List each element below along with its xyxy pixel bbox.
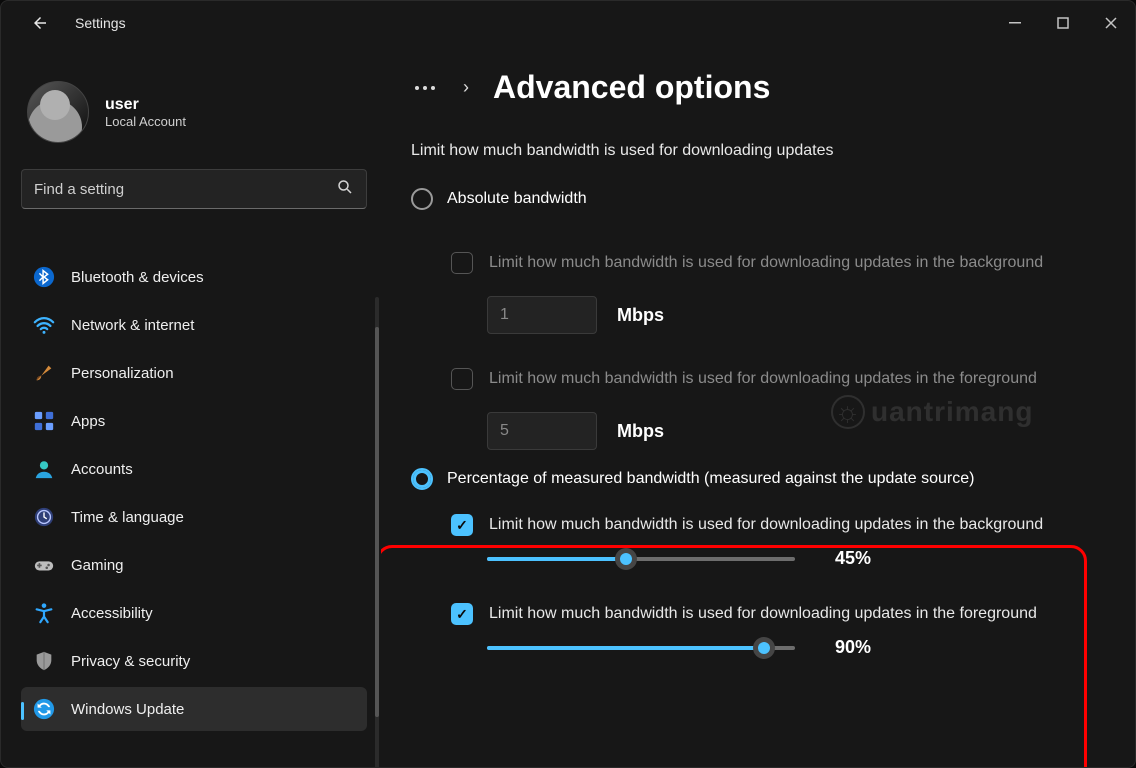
sidebar-item-gaming[interactable]: Gaming bbox=[21, 543, 367, 587]
user-subtitle: Local Account bbox=[105, 114, 186, 129]
sidebar-item-label: Accessibility bbox=[71, 605, 153, 622]
radio-percentage-bandwidth[interactable]: Percentage of measured bandwidth (measur… bbox=[411, 468, 1117, 490]
search-box[interactable] bbox=[21, 169, 367, 209]
checkbox-pct-background[interactable]: ✓ bbox=[451, 514, 473, 536]
pct-foreground-slider-row: 90% bbox=[411, 637, 1117, 658]
accessibility-icon bbox=[33, 602, 55, 624]
checkbox-abs-background bbox=[451, 252, 473, 274]
minimize-button[interactable] bbox=[991, 1, 1039, 45]
maximize-button[interactable] bbox=[1039, 1, 1087, 45]
radio-label: Absolute bandwidth bbox=[447, 190, 587, 208]
pct-background-value: 45% bbox=[835, 548, 871, 569]
user-name: user bbox=[105, 96, 186, 114]
wifi-icon bbox=[33, 314, 55, 336]
pct-background-option[interactable]: ✓ Limit how much bandwidth is used for d… bbox=[411, 514, 1117, 536]
nav-list: Bluetooth & devices Network & internet P… bbox=[21, 219, 367, 735]
profile-block[interactable]: user Local Account bbox=[21, 59, 371, 169]
main-content: › Advanced options Limit how much bandwi… bbox=[381, 45, 1135, 767]
sidebar-scrollbar[interactable] bbox=[375, 297, 379, 767]
sidebar-item-network[interactable]: Network & internet bbox=[21, 303, 367, 347]
sidebar-item-accessibility[interactable]: Accessibility bbox=[21, 591, 367, 635]
abs-background-input: 1 bbox=[487, 296, 597, 334]
update-icon bbox=[33, 698, 55, 720]
pct-background-label: Limit how much bandwidth is used for dow… bbox=[489, 516, 1043, 534]
apps-icon bbox=[33, 410, 55, 432]
search-icon[interactable] bbox=[332, 174, 358, 205]
back-arrow-icon[interactable] bbox=[29, 12, 51, 34]
abs-foreground-input: 5 bbox=[487, 412, 597, 450]
abs-foreground-value-row: 5 Mbps bbox=[411, 412, 1117, 450]
sidebar-item-label: Accounts bbox=[71, 461, 133, 478]
radio-label: Percentage of measured bandwidth (measur… bbox=[447, 470, 974, 488]
sidebar: user Local Account Bluetooth & devices bbox=[1, 45, 381, 767]
abs-foreground-option: Limit how much bandwidth is used for dow… bbox=[411, 368, 1117, 390]
abs-foreground-label: Limit how much bandwidth is used for dow… bbox=[489, 370, 1037, 388]
active-nav-indicator bbox=[21, 702, 24, 720]
gamepad-icon bbox=[33, 554, 55, 576]
mbps-label: Mbps bbox=[617, 305, 664, 326]
avatar bbox=[27, 81, 89, 143]
checkbox-pct-foreground[interactable]: ✓ bbox=[451, 603, 473, 625]
radio-absolute-bandwidth[interactable]: Absolute bandwidth bbox=[411, 188, 1117, 210]
close-button[interactable] bbox=[1087, 1, 1135, 45]
pct-background-slider-row: 45% bbox=[411, 548, 1117, 569]
titlebar: Settings bbox=[1, 1, 1135, 45]
sidebar-item-personalization[interactable]: Personalization bbox=[21, 351, 367, 395]
radio-icon[interactable] bbox=[411, 468, 433, 490]
sidebar-item-label: Personalization bbox=[71, 365, 174, 382]
page-title: Advanced options bbox=[493, 69, 770, 106]
abs-background-option: Limit how much bandwidth is used for dow… bbox=[411, 252, 1117, 274]
bluetooth-icon bbox=[33, 266, 55, 288]
section-description: Limit how much bandwidth is used for dow… bbox=[411, 142, 1117, 160]
sidebar-item-apps[interactable]: Apps bbox=[21, 399, 367, 443]
sidebar-item-label: Network & internet bbox=[71, 317, 194, 334]
pct-background-slider[interactable] bbox=[487, 549, 795, 569]
paintbrush-icon bbox=[33, 362, 55, 384]
window-title: Settings bbox=[75, 15, 126, 31]
sidebar-item-label: Bluetooth & devices bbox=[71, 269, 204, 286]
sidebar-item-label: Apps bbox=[71, 413, 105, 430]
shield-icon bbox=[33, 650, 55, 672]
sidebar-item-label: Privacy & security bbox=[71, 653, 190, 670]
abs-background-label: Limit how much bandwidth is used for dow… bbox=[489, 254, 1043, 272]
pct-foreground-slider[interactable] bbox=[487, 638, 795, 658]
checkbox-abs-foreground bbox=[451, 368, 473, 390]
sidebar-item-time[interactable]: Time & language bbox=[21, 495, 367, 539]
abs-background-value-row: 1 Mbps bbox=[411, 296, 1117, 334]
person-icon bbox=[33, 458, 55, 480]
clock-globe-icon bbox=[33, 506, 55, 528]
sidebar-item-privacy[interactable]: Privacy & security bbox=[21, 639, 367, 683]
pct-foreground-value: 90% bbox=[835, 637, 871, 658]
sidebar-item-label: Windows Update bbox=[71, 701, 184, 718]
sidebar-item-label: Time & language bbox=[71, 509, 184, 526]
mbps-label: Mbps bbox=[617, 421, 664, 442]
pct-foreground-label: Limit how much bandwidth is used for dow… bbox=[489, 605, 1037, 623]
sidebar-item-label: Gaming bbox=[71, 557, 124, 574]
sidebar-item-windows-update[interactable]: Windows Update bbox=[21, 687, 367, 731]
pct-foreground-option[interactable]: ✓ Limit how much bandwidth is used for d… bbox=[411, 603, 1117, 625]
radio-icon[interactable] bbox=[411, 188, 433, 210]
breadcrumb-overflow-icon[interactable] bbox=[411, 82, 439, 94]
sidebar-item-bluetooth[interactable]: Bluetooth & devices bbox=[21, 255, 367, 299]
chevron-right-icon: › bbox=[463, 77, 469, 98]
sidebar-item-accounts[interactable]: Accounts bbox=[21, 447, 367, 491]
search-input[interactable] bbox=[34, 181, 332, 198]
